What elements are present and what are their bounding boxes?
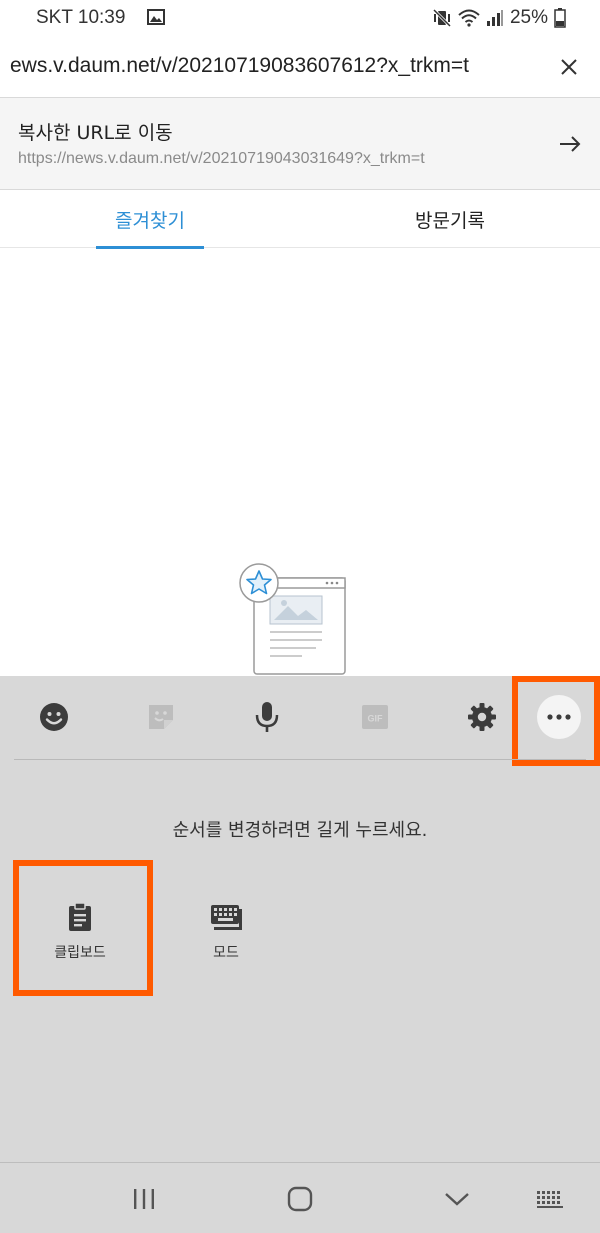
tab-bar: 즐겨찾기 방문기록	[0, 190, 600, 249]
settings-button[interactable]	[465, 700, 499, 734]
recent-apps-icon	[134, 1189, 154, 1209]
keyboard-mode-icon	[211, 905, 242, 930]
navigation-bar	[0, 1162, 600, 1233]
home-button[interactable]	[285, 1185, 315, 1213]
tab-favorites[interactable]: 즐겨찾기	[96, 190, 204, 249]
recent-apps-button[interactable]	[129, 1185, 159, 1213]
vibrate-mute-icon	[432, 9, 452, 27]
chevron-down-icon	[445, 1193, 469, 1206]
close-icon[interactable]	[556, 54, 582, 80]
clipboard-label: 클립보드	[54, 945, 106, 961]
url-bar[interactable]: ews.v.daum.net/v/20210719083607612?x_trk…	[0, 36, 600, 98]
emoji-icon	[40, 703, 68, 731]
toolbar-divider	[14, 759, 586, 760]
sticker-button[interactable]	[144, 700, 178, 734]
back-button[interactable]	[442, 1185, 472, 1213]
keyboard-toolbar-panel: GIF 순서를 변경하려면 길게 누르세요. 클립보드 모드	[0, 676, 600, 1162]
mode-label: 모드	[213, 945, 239, 961]
favorites-content	[0, 249, 600, 676]
signal-icon	[486, 10, 503, 26]
url-input[interactable]: ews.v.daum.net/v/20210719083607612?x_trk…	[10, 54, 550, 78]
emoji-button[interactable]	[37, 700, 71, 734]
clipboard-option[interactable]: 클립보드	[25, 880, 135, 970]
reorder-hint: 순서를 변경하려면 길게 누르세요.	[172, 820, 428, 841]
gif-button[interactable]: GIF	[358, 700, 392, 734]
more-icon	[547, 714, 571, 720]
home-icon	[287, 1186, 313, 1212]
copied-url-title: 복사한 URL로 이동	[18, 122, 173, 144]
wifi-icon	[458, 9, 480, 27]
status-right: 25%	[432, 7, 566, 29]
battery-icon	[554, 8, 566, 28]
keyboard-switch-button[interactable]	[535, 1185, 565, 1213]
keyboard-toolbar: GIF	[0, 676, 600, 766]
battery-percent: 25%	[509, 7, 548, 28]
empty-bookmarks-illustration	[239, 563, 346, 675]
carrier-time: SKT 10:39	[36, 7, 126, 28]
microphone-icon	[255, 702, 279, 732]
status-bar: SKT 10:39 25%	[0, 0, 600, 36]
keyboard-icon	[537, 1191, 563, 1208]
tab-history[interactable]: 방문기록	[395, 190, 505, 248]
settings-icon	[468, 703, 496, 731]
copied-url-text: https://news.v.daum.net/v/20210719043031…	[18, 150, 425, 167]
sticker-icon	[149, 705, 173, 729]
voice-input-button[interactable]	[250, 700, 284, 734]
arrow-right-icon[interactable]	[558, 132, 582, 156]
copied-url-suggestion[interactable]: 복사한 URL로 이동 https://news.v.daum.net/v/20…	[0, 98, 600, 190]
image-notification-icon	[147, 9, 165, 25]
gif-icon: GIF	[362, 705, 388, 729]
more-button[interactable]	[537, 695, 581, 739]
svg-text:GIF: GIF	[368, 714, 384, 724]
mode-option[interactable]: 모드	[171, 880, 281, 970]
clipboard-icon	[69, 902, 91, 931]
